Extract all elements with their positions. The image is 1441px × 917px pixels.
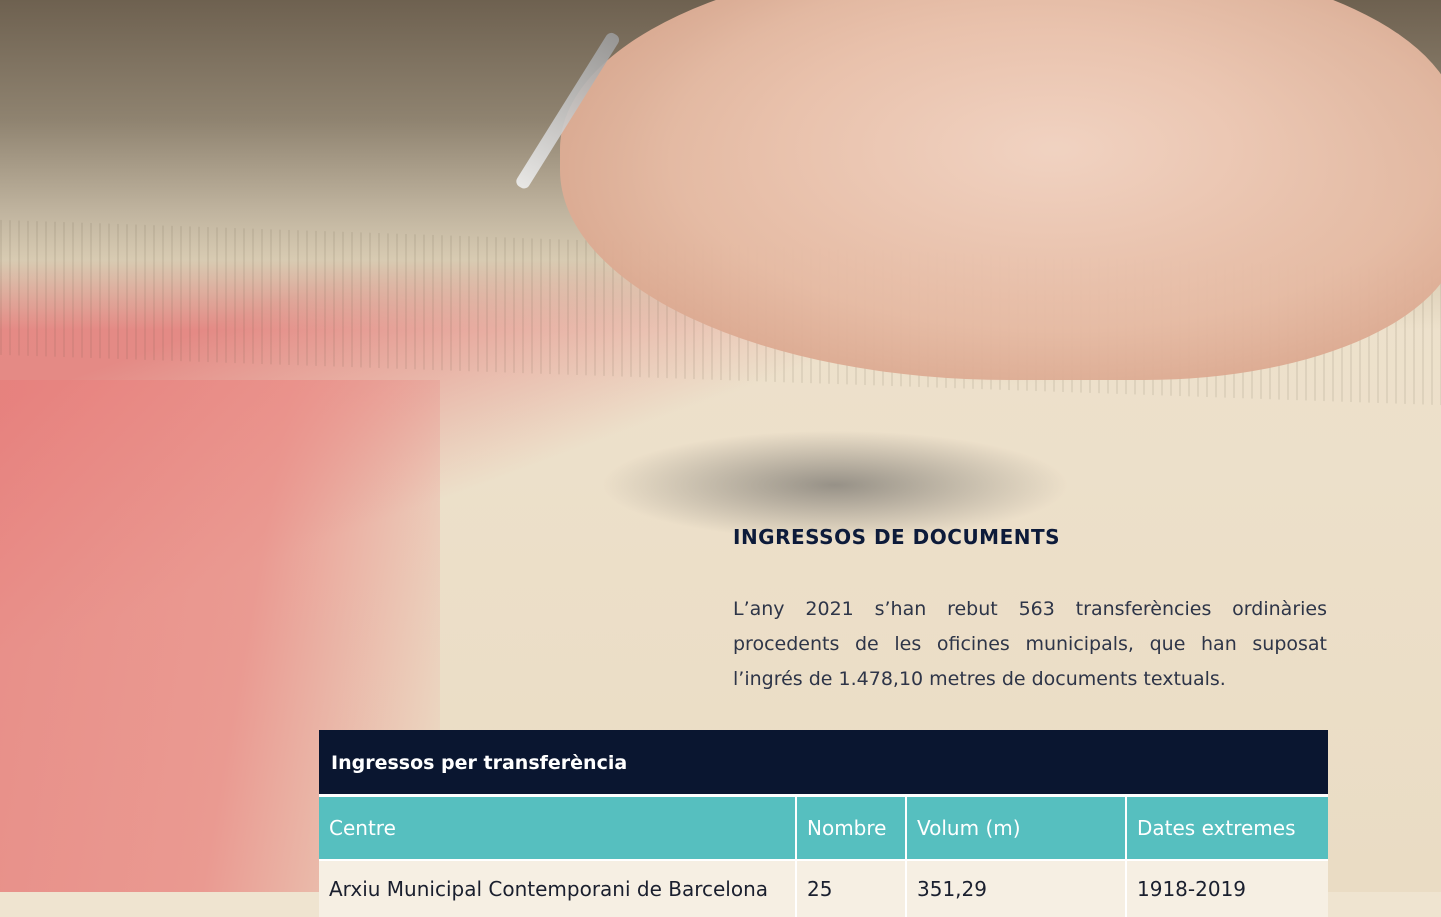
header-nombre: Nombre	[795, 794, 906, 860]
transfers-table: Ingressos per transferència Centre Nombr…	[319, 730, 1328, 917]
table-header-row: Centre Nombre Volum (m) Dates extremes	[319, 794, 1328, 860]
header-centre: Centre	[319, 794, 796, 860]
cell-centre: Arxiu Municipal Contemporani de Barcelon…	[319, 859, 796, 917]
newspaper-portrait-image	[600, 430, 1070, 540]
table-row: Arxiu Municipal Contemporani de Barcelon…	[319, 859, 1328, 917]
cell-dates: 1918-2019	[1125, 859, 1328, 917]
intro-paragraph: L’any 2021 s’han rebut 563 transferèncie…	[733, 598, 1327, 690]
cell-nombre: 25	[795, 859, 906, 917]
header-dates: Dates extremes	[1125, 794, 1328, 860]
table-caption: Ingressos per transferència	[319, 730, 1328, 794]
data-table: Centre Nombre Volum (m) Dates extremes A…	[319, 794, 1328, 917]
section-title: INGRESSOS DE DOCUMENTS	[733, 525, 1061, 549]
header-volum: Volum (m)	[905, 794, 1126, 860]
cell-volum: 351,29	[905, 859, 1126, 917]
